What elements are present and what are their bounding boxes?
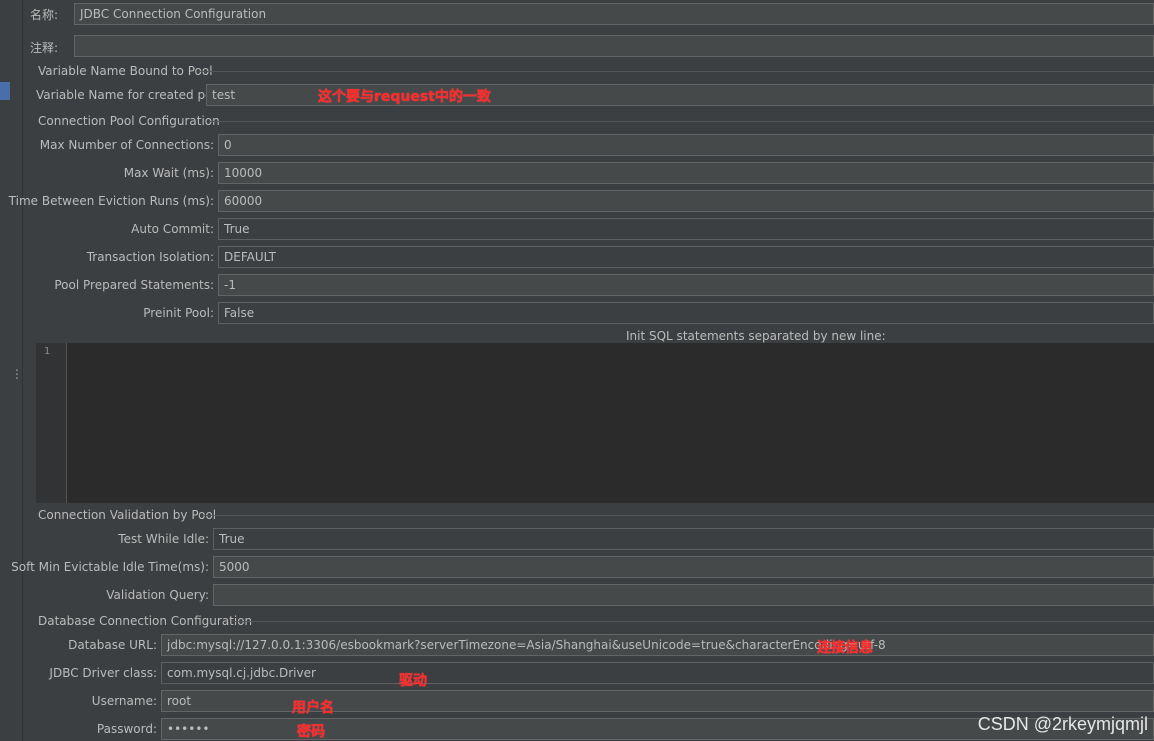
annotation-password: 密码	[297, 724, 325, 740]
section-title-pool: Connection Pool Configuration	[38, 114, 220, 128]
section-title-validation: Connection Validation by Pool	[38, 508, 217, 522]
password-label: Password:	[96, 722, 157, 736]
editor-gutter: 1	[36, 343, 67, 503]
soft-min-idle-input[interactable]: 5000	[213, 556, 1154, 578]
annotation-url: 连接信息	[817, 640, 873, 656]
name-field[interactable]: JDBC Connection Configuration	[74, 3, 1154, 25]
database-url-input[interactable]: jdbc:mysql://127.0.0.1:3306/esbookmark?s…	[161, 634, 1154, 656]
validation-query-label: Validation Query:	[106, 588, 209, 602]
tree-selection-marker	[0, 82, 10, 100]
pool-prepared-label: Pool Prepared Statements:	[54, 278, 214, 292]
section-divider	[204, 515, 1154, 516]
pool-prepared-input[interactable]: -1	[218, 274, 1154, 296]
max-connections-label: Max Number of Connections:	[39, 138, 214, 152]
transaction-isolation-label: Transaction Isolation:	[86, 250, 214, 264]
init-sql-label: Init SQL statements separated by new lin…	[626, 329, 886, 343]
pool-variable-label: Variable Name for created pool:	[36, 88, 228, 102]
max-wait-label: Max Wait (ms):	[123, 166, 214, 180]
database-url-label: Database URL:	[68, 638, 157, 652]
auto-commit-label: Auto Commit:	[131, 222, 214, 236]
preinit-pool-select[interactable]: False	[218, 302, 1154, 324]
auto-commit-select[interactable]: True	[218, 218, 1154, 240]
transaction-isolation-select[interactable]: DEFAULT	[218, 246, 1154, 268]
section-divider	[198, 71, 1154, 72]
eviction-input[interactable]: 60000	[218, 190, 1154, 212]
preinit-pool-label: Preinit Pool:	[143, 306, 214, 320]
watermark: CSDN @2rkeymjqmjl	[977, 714, 1148, 734]
annotation-pool-name: 这个要与request中的一致	[318, 89, 491, 105]
annotation-driver: 驱动	[399, 673, 427, 689]
section-divider	[233, 621, 1154, 622]
username-label: Username:	[91, 694, 157, 708]
driver-class-label: JDBC Driver class:	[49, 666, 157, 680]
name-label: 名称:	[30, 8, 59, 22]
driver-class-select[interactable]: com.mysql.cj.jdbc.Driver	[161, 662, 1154, 684]
annotation-username: 用户名	[292, 700, 334, 716]
eviction-label: Time Between Eviction Runs (ms):	[8, 194, 214, 208]
soft-min-idle-label: Soft Min Evictable Idle Time(ms):	[11, 560, 209, 574]
section-divider	[209, 121, 1154, 122]
max-wait-input[interactable]: 10000	[218, 162, 1154, 184]
line-number: 1	[44, 346, 51, 357]
test-while-idle-select[interactable]: True	[213, 528, 1154, 550]
init-sql-editor[interactable]: 1	[36, 343, 1154, 503]
max-connections-input[interactable]: 0	[218, 134, 1154, 156]
validation-query-input[interactable]	[213, 584, 1154, 606]
splitter-grip-icon[interactable]: · · ·	[12, 365, 22, 386]
comment-field[interactable]	[74, 35, 1154, 57]
section-title-database: Database Connection Configuration	[38, 614, 253, 628]
comment-label: 注释:	[30, 41, 59, 55]
test-while-idle-label: Test While Idle:	[118, 532, 209, 546]
section-title-variable: Variable Name Bound to Pool	[38, 64, 213, 78]
